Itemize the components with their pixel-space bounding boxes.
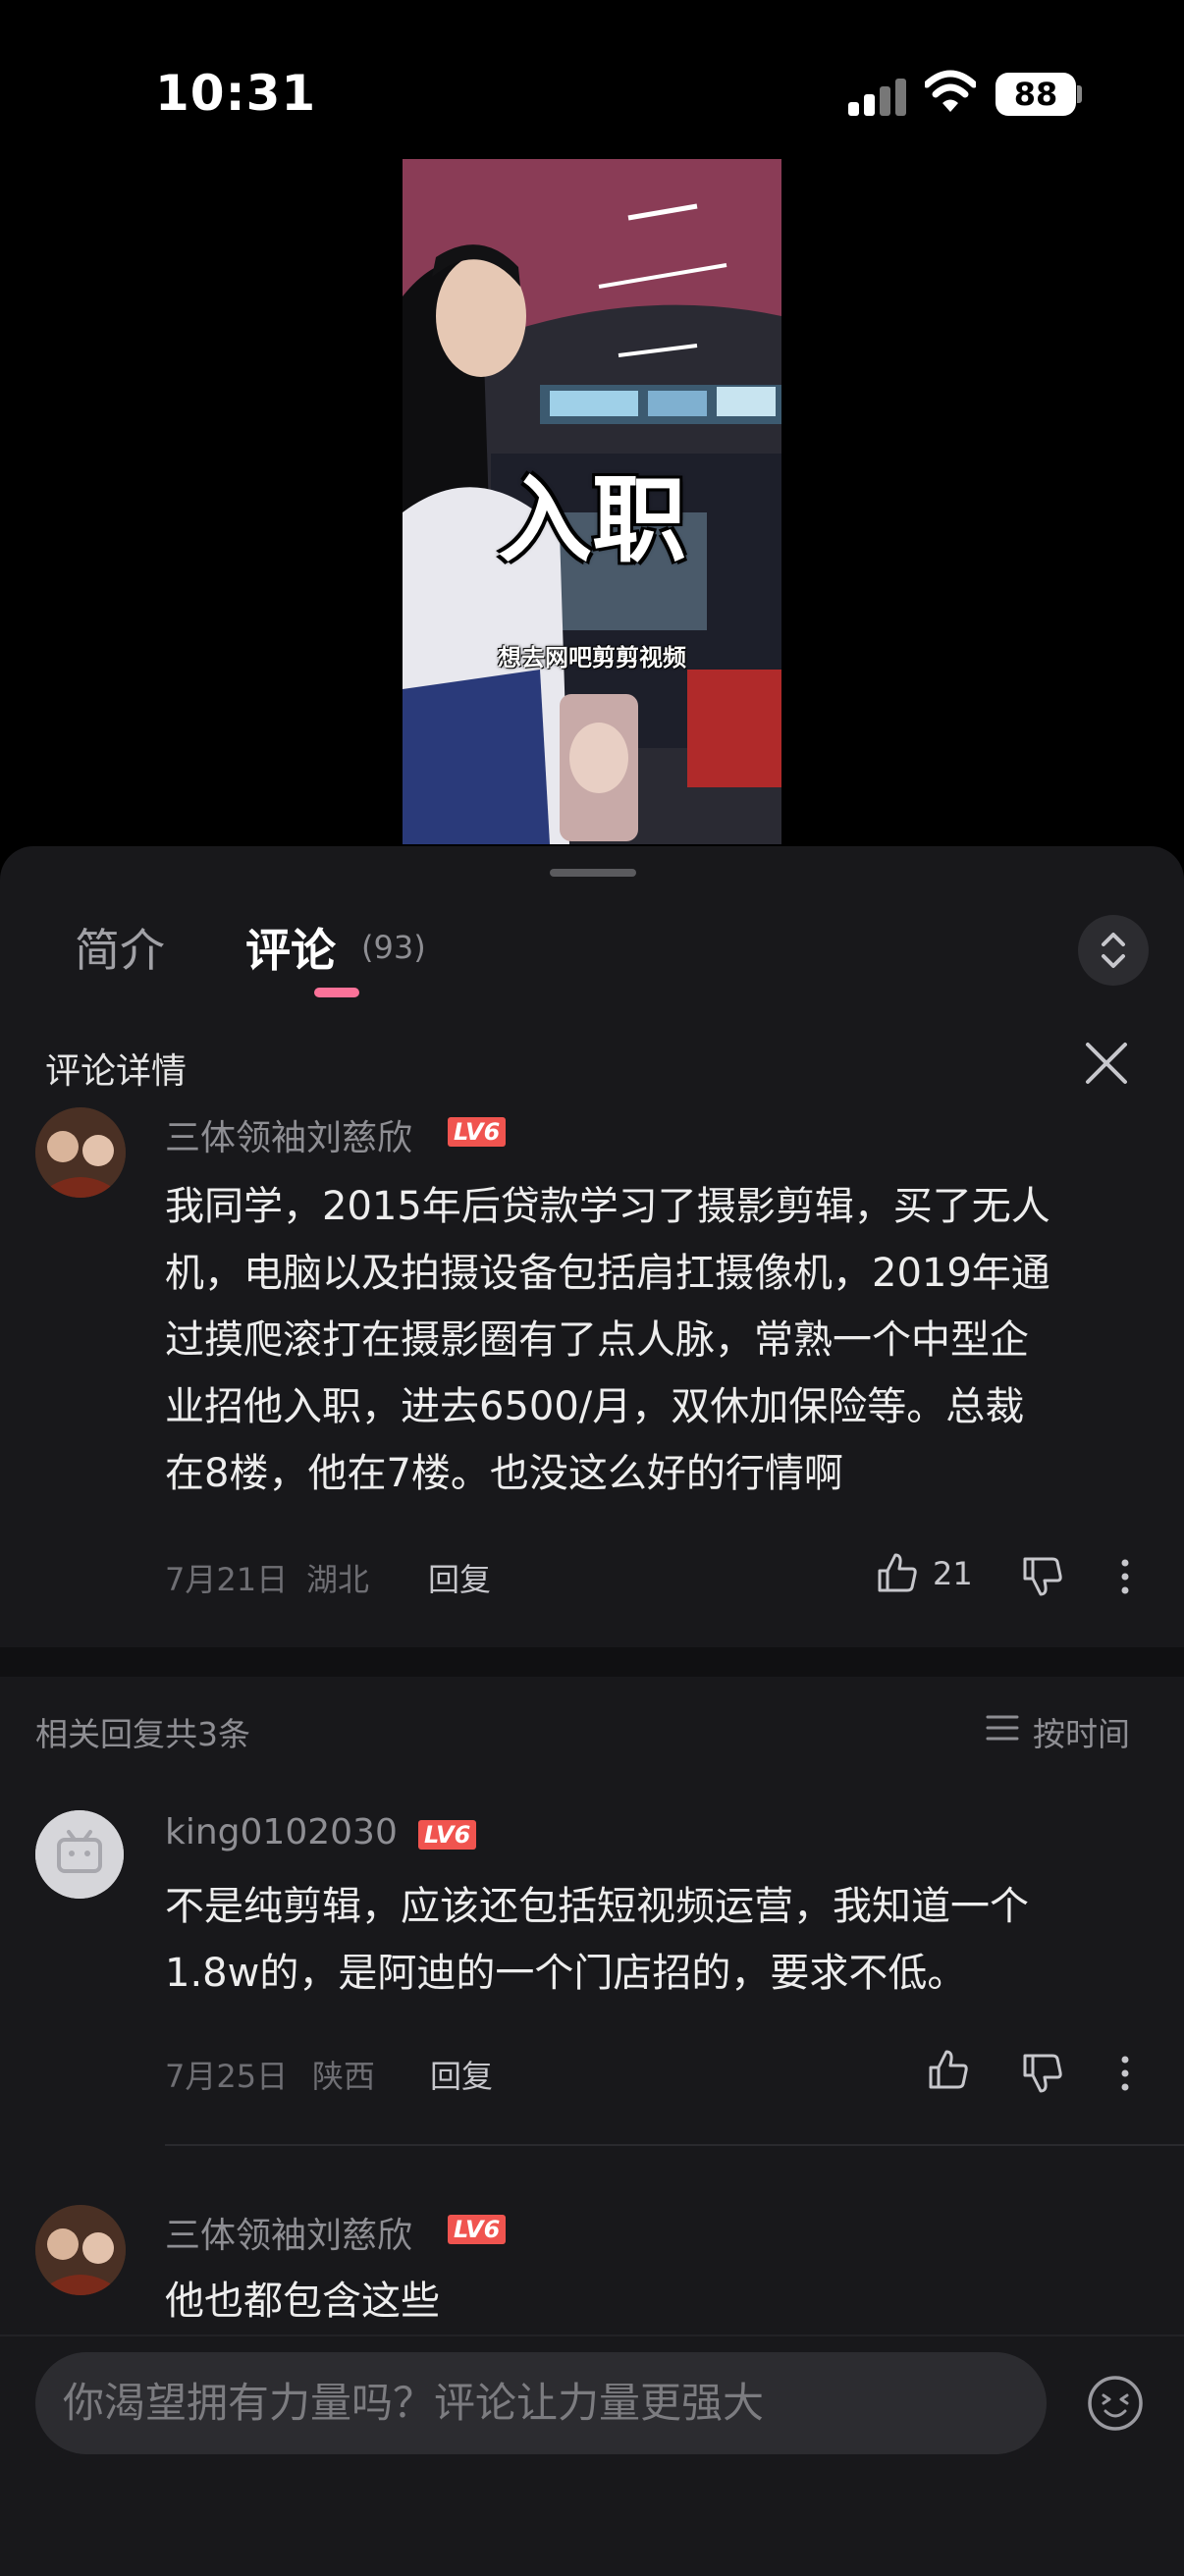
reply-location: 陕西 <box>312 2058 376 2095</box>
more-icon[interactable] <box>1113 2052 1137 2095</box>
status-time: 10:31 <box>155 65 317 122</box>
sort-icon[interactable] <box>986 1713 1019 1743</box>
avatar[interactable] <box>35 2205 126 2295</box>
related-replies-label: 相关回复共3条 <box>35 1715 250 1753</box>
reply-line: 不是纯剪辑，应该还包括短视频运营，我知道一个 <box>165 1884 1029 1929</box>
reply-button[interactable]: 回复 <box>430 2052 493 2097</box>
comment-location: 湖北 <box>306 1561 370 1598</box>
avatar-image <box>35 1107 126 1198</box>
wifi-icon <box>925 70 976 112</box>
battery-nub <box>1077 85 1082 103</box>
level-badge: LV6 <box>418 1820 477 1850</box>
comment-input[interactable]: 你渴望拥有力量吗？评论让力量更强大 <box>35 2352 1047 2454</box>
reply-username[interactable]: king0102030 <box>165 1812 398 1852</box>
close-icon[interactable] <box>1082 1039 1131 1088</box>
signal-icon <box>848 77 907 116</box>
more-icon[interactable] <box>1113 1555 1137 1598</box>
battery-icon: 88 <box>996 73 1076 116</box>
reply-body: 不是纯剪辑，应该还包括短视频运营，我知道一个 1.8w的，是阿迪的一个门店招的，… <box>165 1873 1147 2007</box>
comment-line: 机，电脑以及拍摄设备包括肩扛摄像机，2019年通 <box>165 1251 1050 1296</box>
comment-line: 我同学，2015年后贷款学习了摄影剪辑，买了无人 <box>165 1184 1050 1229</box>
comment-detail-title: 评论详情 <box>45 1051 188 1092</box>
reply-divider <box>165 2144 1184 2146</box>
comment-body: 我同学，2015年后贷款学习了摄影剪辑，买了无人 机，电脑以及拍摄设备包括肩扛摄… <box>165 1173 1147 1507</box>
drag-handle[interactable] <box>550 869 636 877</box>
sort-button[interactable]: 按时间 <box>1033 1708 1130 1755</box>
comment-username[interactable]: 三体领袖刘慈欣 <box>165 1109 412 1160</box>
avatar[interactable] <box>35 1810 124 1899</box>
thumb-up-icon[interactable] <box>876 1551 919 1594</box>
comment-line: 在8楼，他在7楼。也没这么好的行情啊 <box>165 1451 843 1496</box>
tab-comments[interactable]: 评论 <box>245 915 336 980</box>
video-caption-big: 入职 <box>498 465 686 575</box>
video-caption-small: 想去网吧剪剪视频 <box>498 644 686 671</box>
thumb-down-icon[interactable] <box>1021 2052 1064 2095</box>
reply-body: 他也都包含这些 <box>165 2268 1147 2334</box>
reply-button[interactable]: 回复 <box>428 1555 491 1600</box>
comments-count: (93) <box>361 929 426 966</box>
level-badge: LV6 <box>448 2215 507 2244</box>
avatar-image <box>35 2205 126 2295</box>
expand-icon <box>1102 933 1125 968</box>
thumb-down-icon[interactable] <box>1021 1555 1064 1598</box>
emoji-icon[interactable] <box>1086 2374 1145 2433</box>
reply-line: 他也都包含这些 <box>165 2279 440 2324</box>
comment-line: 过摸爬滚打在摄影圈有了点人脉，常熟一个中型企 <box>165 1317 1029 1363</box>
video-player[interactable]: 入职 想去网吧剪剪视频 <box>403 159 781 844</box>
comment-line: 业招他入职，进去6500/月，双休加保险等。总裁 <box>165 1384 1025 1429</box>
reply-line: 1.8w的，是阿迪的一个门店招的，要求不低。 <box>165 1951 967 1996</box>
tab-active-indicator <box>314 988 359 997</box>
like-count: 21 <box>933 1555 973 1592</box>
default-avatar-icon <box>35 1810 124 1899</box>
comment-date: 7月21日 <box>165 1561 289 1598</box>
reply-date: 7月25日 <box>165 2058 289 2095</box>
level-badge: LV6 <box>448 1117 507 1147</box>
expand-button[interactable] <box>1078 915 1149 986</box>
thumb-up-icon[interactable] <box>927 2048 970 2091</box>
tab-intro[interactable]: 简介 <box>75 915 165 980</box>
section-divider <box>0 1647 1184 1677</box>
reply-username[interactable]: 三体领袖刘慈欣 <box>165 2207 412 2258</box>
avatar[interactable] <box>35 1107 126 1198</box>
